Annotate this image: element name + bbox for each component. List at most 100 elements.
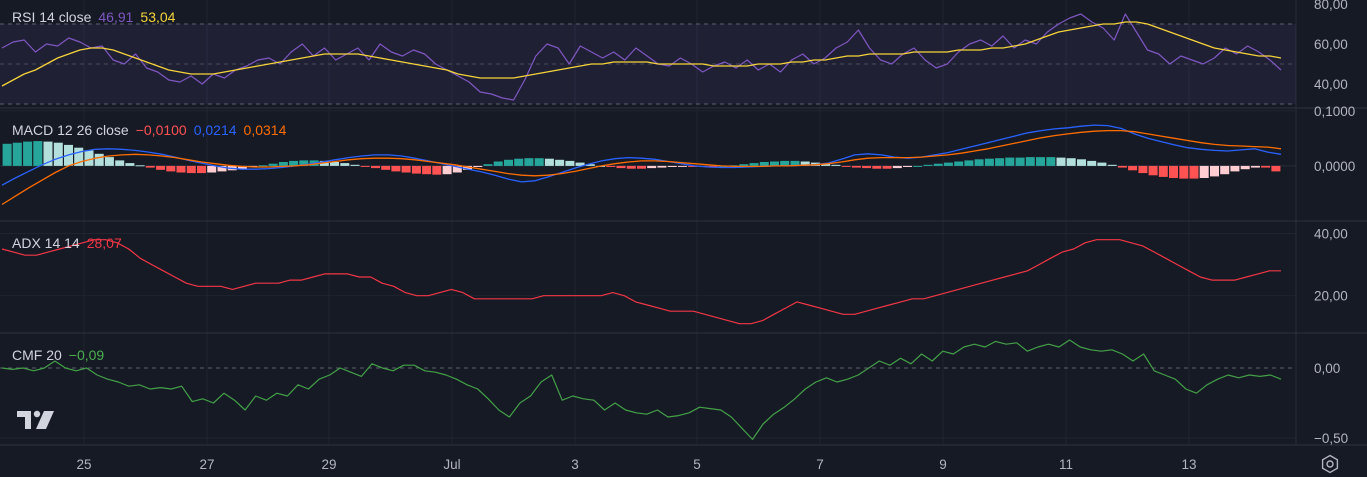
macd-histogram-bar: [923, 164, 933, 166]
adx-legend-name: ADX 14 14: [12, 235, 80, 251]
macd-histogram-bar: [892, 165, 902, 169]
macd-histogram-bar: [401, 165, 411, 173]
macd-histogram-bar: [831, 164, 841, 166]
macd-histogram-bar: [381, 165, 391, 170]
macd-signal-value: 0,0314: [243, 122, 287, 138]
macd-histogram-bar: [360, 165, 370, 167]
macd-histogram-bar: [504, 159, 513, 166]
macd-histogram-bar: [1005, 157, 1015, 166]
adx-legend[interactable]: ADX 14 14 28,07: [12, 235, 122, 251]
macd-histogram-bar: [350, 164, 360, 166]
macd-histogram-bar: [493, 161, 503, 166]
macd-histogram-bar: [851, 165, 861, 168]
macd-histogram-bar: [1169, 165, 1178, 178]
macd-histogram-bar: [841, 165, 851, 167]
macd-histogram-bar: [1210, 165, 1219, 177]
x-axis-label-4: 3: [571, 457, 579, 472]
cmf-legend[interactable]: CMF 20 −0,09: [12, 347, 104, 363]
x-axis-label-7: 9: [939, 457, 947, 472]
rsi-legend[interactable]: RSI 14 close 46,91 53,04: [12, 9, 175, 25]
cmf-axis-label-0: 0,00: [1314, 361, 1340, 376]
macd-histogram-bar: [657, 165, 667, 168]
macd-histogram-bar: [943, 162, 953, 166]
macd-histogram-bar: [1015, 157, 1025, 166]
macd-histogram-bar: [667, 165, 677, 167]
macd-histogram-bar: [53, 142, 63, 166]
macd-histogram-bar: [197, 165, 206, 174]
macd-histogram-bar: [534, 158, 544, 166]
macd-histogram-bar: [135, 165, 145, 167]
macd-hist-value: −0,0100: [135, 122, 187, 138]
macd-histogram-bar: [872, 165, 882, 169]
adx-value: 28,07: [86, 235, 122, 251]
macd-line-value: 0,0214: [193, 122, 237, 138]
chart-canvas[interactable]: 80,00 60,00 40,00 0,1000 0,0000 40,00 20,00 0,0…: [0, 0, 1367, 477]
macd-histogram-bar: [606, 165, 616, 167]
x-axis-label-8: 11: [1059, 457, 1073, 472]
macd-histogram-bar: [647, 165, 657, 169]
macd-histogram-bar: [995, 158, 1005, 166]
macd-histogram-bar: [514, 158, 524, 166]
rsi-value: 46,91: [98, 9, 134, 25]
macd-histogram-bar: [1230, 165, 1240, 172]
x-axis-label-0: 25: [76, 457, 91, 472]
macd-histogram-bar: [84, 150, 94, 166]
macd-histogram-bar: [1097, 162, 1107, 166]
rsi-axis-label-1: 60,00: [1314, 37, 1348, 52]
macd-histogram-bar: [862, 165, 872, 169]
macd-histogram-bar: [626, 165, 636, 169]
macd-legend-name: MACD 12 26 close: [12, 122, 129, 138]
macd-histogram-bar: [1220, 165, 1230, 175]
x-axis-label-9: 13: [1181, 457, 1196, 472]
macd-axis-label-1: 0,0000: [1314, 159, 1355, 174]
macd-histogram-bar: [94, 153, 104, 166]
macd-histogram-bar: [1250, 165, 1260, 168]
macd-histogram-bar: [954, 161, 964, 166]
rsi-axis-label-0: 80,00: [1314, 0, 1348, 12]
macd-histogram-bar: [268, 163, 278, 166]
macd-histogram-bar: [1066, 158, 1076, 166]
adx-axis-label-1: 20,00: [1314, 289, 1348, 304]
macd-histogram-bar: [422, 165, 432, 175]
x-axis-label-3: Jul: [443, 457, 460, 472]
macd-histogram-bar: [544, 158, 554, 166]
macd-histogram-bar: [524, 158, 534, 166]
macd-histogram-bar: [1261, 165, 1271, 168]
macd-histogram-bar: [207, 165, 217, 173]
x-axis-label-1: 27: [199, 457, 214, 472]
macd-histogram-bar: [12, 142, 22, 166]
macd-histogram-bar: [770, 161, 779, 166]
rsi-ma-value: 53,04: [140, 9, 176, 25]
macd-histogram-bar: [1128, 165, 1138, 171]
macd-histogram-bar: [340, 163, 350, 166]
macd-histogram-bar: [33, 141, 43, 166]
macd-histogram-bar: [964, 160, 974, 166]
macd-histogram-bar: [1179, 165, 1189, 179]
x-axis-label-2: 29: [321, 457, 336, 472]
macd-histogram-bar: [145, 165, 155, 168]
macd-histogram-bar: [1056, 157, 1066, 166]
macd-histogram-bar: [555, 159, 565, 166]
macd-histogram-bar: [1087, 160, 1097, 166]
macd-histogram-bar: [1107, 164, 1117, 166]
macd-histogram-bar: [176, 165, 186, 173]
grid: [0, 0, 1367, 446]
macd-histogram-bar: [780, 160, 790, 166]
rsi-legend-name: RSI 14 close: [12, 9, 92, 25]
chart-settings-icon[interactable]: [1320, 454, 1340, 474]
macd-histogram-bar: [882, 165, 892, 169]
macd-histogram-bar: [125, 163, 135, 166]
cmf-line: [1, 339, 1282, 440]
macd-histogram-bar: [186, 165, 196, 174]
macd-histogram-bar: [913, 165, 923, 167]
macd-histogram-bar: [1240, 165, 1250, 170]
x-axis-label-5: 5: [693, 457, 701, 472]
macd-histogram-bar: [166, 165, 176, 172]
cmf-value: −0,09: [68, 347, 105, 363]
macd-histogram-bar: [1271, 165, 1281, 172]
macd-histogram-bar: [2, 143, 12, 166]
macd-histogram-bar: [1199, 165, 1209, 178]
macd-legend[interactable]: MACD 12 26 close −0,0100 0,0214 0,0314: [12, 122, 286, 138]
macd-histogram-bar: [1025, 157, 1035, 166]
macd-histogram-bar: [637, 165, 646, 169]
